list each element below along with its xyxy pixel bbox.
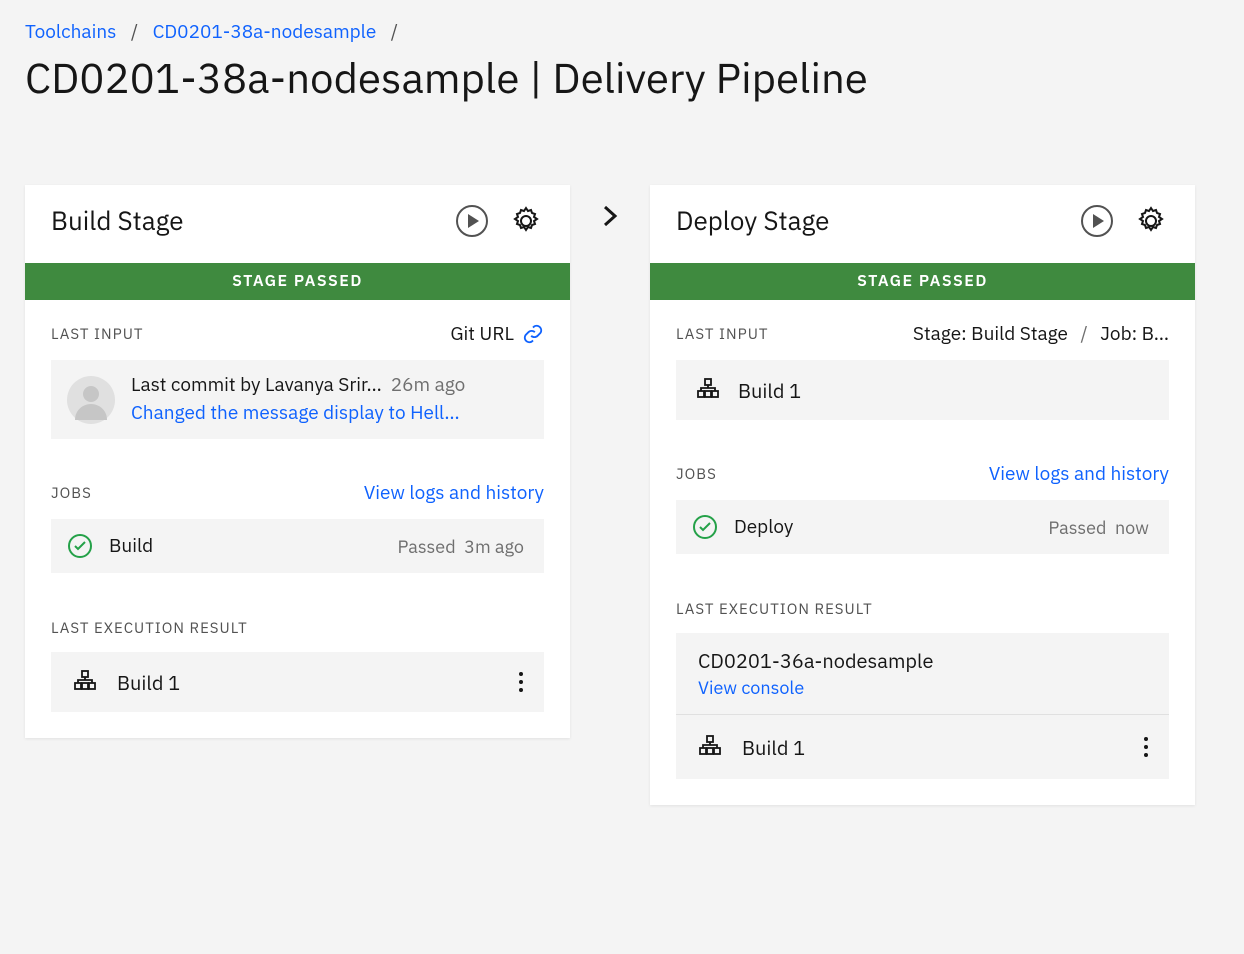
overflow-menu-icon[interactable] <box>1143 736 1149 758</box>
play-icon[interactable] <box>454 203 490 239</box>
jobs-header-row: JOBS View logs and history <box>25 439 570 511</box>
commit-time: 26m ago <box>386 373 465 397</box>
stage-status-bar: STAGE PASSED <box>650 263 1195 300</box>
avatar <box>67 376 115 424</box>
jobs-header-row: JOBS View logs and history <box>650 420 1195 492</box>
stage-header: Deploy Stage <box>650 185 1195 263</box>
check-circle-icon <box>692 514 718 540</box>
last-commit-box[interactable]: Last commit by Lavanya Srir… 26m ago Cha… <box>51 360 544 439</box>
git-url-link[interactable]: Git URL <box>450 322 544 346</box>
commit-message-link[interactable]: Changed the message display to Hell… <box>131 400 465 428</box>
gear-icon[interactable] <box>1133 203 1169 239</box>
build-artifact-icon <box>71 668 99 696</box>
overflow-menu-icon[interactable] <box>518 671 524 693</box>
page-title: CD0201-38a-nodesample | Delivery Pipelin… <box>25 50 1219 105</box>
last-input-label: LAST INPUT <box>51 325 144 344</box>
input-meta: Stage: Build Stage / Job: B… <box>913 322 1169 346</box>
last-exec-row: LAST EXECUTION RESULT <box>650 554 1195 625</box>
jobs-label: JOBS <box>51 484 92 503</box>
git-url-text: Git URL <box>450 322 514 346</box>
deploy-build-row[interactable]: Build 1 <box>676 715 1169 779</box>
job-name: Build <box>109 534 153 558</box>
build-artifact-icon <box>694 376 722 404</box>
stage-connector <box>570 185 650 229</box>
breadcrumb-separator: / <box>131 20 138 44</box>
deploy-app-box: CD0201-36a-nodesample View console <box>676 633 1169 715</box>
stage-card-deploy: Deploy Stage STAGE PASSED LAST INPUT Sta… <box>650 185 1195 805</box>
breadcrumb-toolchains[interactable]: Toolchains <box>25 20 116 44</box>
check-circle-icon <box>67 533 93 559</box>
last-input-row: LAST INPUT Git URL <box>25 300 570 352</box>
commit-author-line: Last commit by Lavanya Srir… 26m ago <box>131 372 465 400</box>
job-name: Deploy <box>734 515 793 539</box>
gear-icon[interactable] <box>508 203 544 239</box>
last-exec-row: LAST EXECUTION RESULT <box>25 573 570 644</box>
breadcrumb-project[interactable]: CD0201-38a-nodesample <box>153 20 377 44</box>
job-row-build[interactable]: Build Passed 3m ago <box>51 519 544 573</box>
last-exec-label: LAST EXECUTION RESULT <box>676 600 873 619</box>
stage-title: Deploy Stage <box>676 204 829 238</box>
link-icon <box>522 323 544 345</box>
breadcrumb: Toolchains / CD0201-38a-nodesample / <box>25 20 1219 44</box>
stage-header: Build Stage <box>25 185 570 263</box>
deploy-build-name: Build 1 <box>742 734 805 761</box>
jobs-label: JOBS <box>676 465 717 484</box>
view-logs-link[interactable]: View logs and history <box>364 481 544 505</box>
build-result-box[interactable]: Build 1 <box>51 652 544 712</box>
job-row-deploy[interactable]: Deploy Passed now <box>676 500 1169 554</box>
stage-status-bar: STAGE PASSED <box>25 263 570 300</box>
deploy-app-name: CD0201-36a-nodesample <box>698 647 1147 675</box>
build-artifact-icon <box>696 733 724 761</box>
play-icon[interactable] <box>1079 203 1115 239</box>
stage-card-build: Build Stage STAGE PASSED LAST INPUT Git … <box>25 185 570 738</box>
chevron-right-icon <box>597 203 623 229</box>
view-logs-link[interactable]: View logs and history <box>989 462 1169 486</box>
last-exec-label: LAST EXECUTION RESULT <box>51 619 248 638</box>
input-build-name: Build 1 <box>738 377 801 404</box>
last-input-label: LAST INPUT <box>676 325 769 344</box>
last-input-row: LAST INPUT Stage: Build Stage / Job: B… <box>650 300 1195 352</box>
stage-title: Build Stage <box>51 204 184 238</box>
job-status: Passed now <box>1048 516 1149 539</box>
breadcrumb-separator: / <box>391 20 398 44</box>
input-build-box[interactable]: Build 1 <box>676 360 1169 420</box>
job-status: Passed 3m ago <box>398 535 524 558</box>
view-console-link[interactable]: View console <box>698 675 1147 700</box>
build-result-name: Build 1 <box>117 669 180 696</box>
pipeline-stages: Build Stage STAGE PASSED LAST INPUT Git … <box>25 185 1219 805</box>
